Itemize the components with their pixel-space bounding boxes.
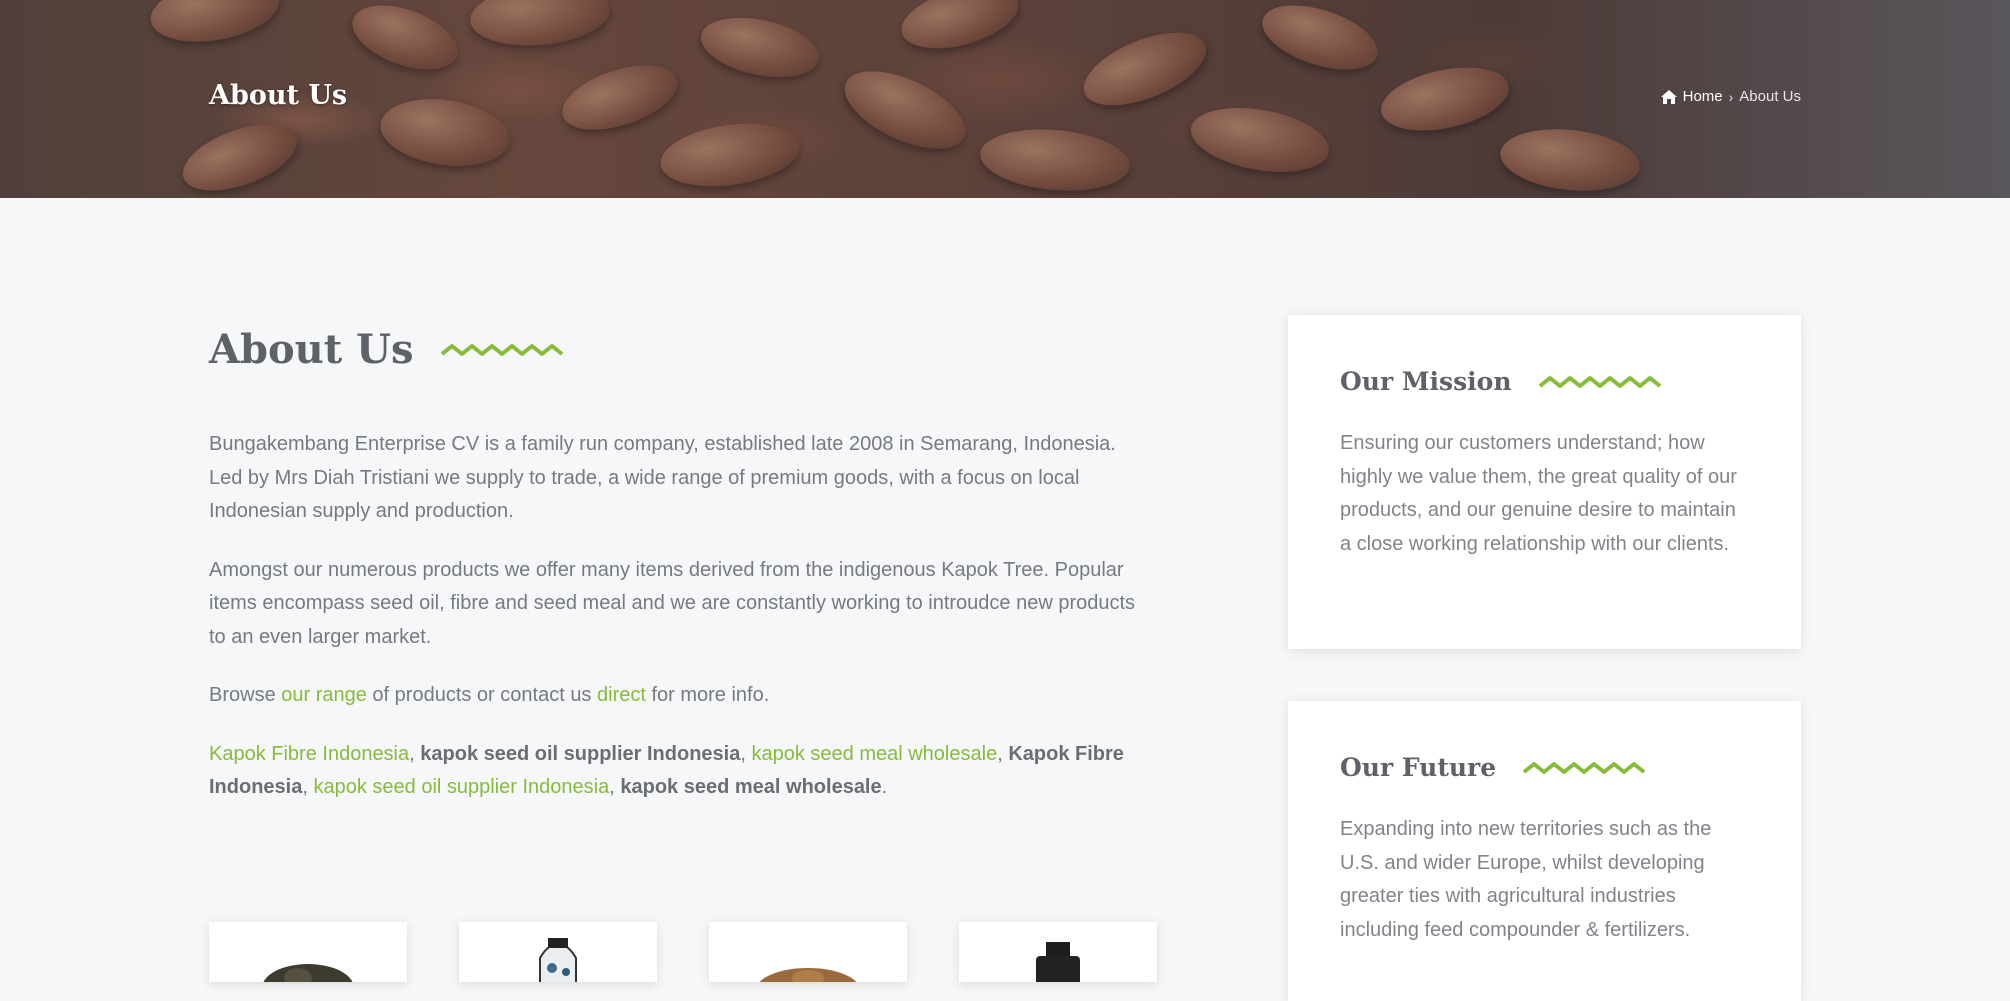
tag-link[interactable]: kapok seed oil supplier Indonesia xyxy=(313,776,609,798)
wave-divider-icon xyxy=(440,343,563,356)
future-text: Expanding into new territories such as t… xyxy=(1340,818,1712,941)
browse-paragraph: Browse our range of products or contact … xyxy=(209,679,1154,713)
hero-title: About Us xyxy=(209,80,348,111)
browse-suffix: for more info. xyxy=(645,684,770,706)
browse-prefix: Browse xyxy=(209,684,282,706)
product-container-image xyxy=(1036,942,1080,982)
product-thumbnails xyxy=(209,922,1157,982)
tag-end: . xyxy=(881,776,888,798)
tag-separator: , xyxy=(302,776,314,798)
product-thumb[interactable] xyxy=(959,922,1157,982)
hero-banner: About Us Home › About Us xyxy=(0,0,2010,198)
home-icon xyxy=(1660,89,1677,104)
future-heading-row: Our Future xyxy=(1340,753,1646,782)
tag-text: kapok seed oil supplier Indonesia xyxy=(420,742,741,765)
seed-meal-image xyxy=(759,968,857,982)
chevron-right-icon: › xyxy=(1728,88,1734,105)
tag-link[interactable]: Kapok Fibre Indonesia xyxy=(209,743,409,765)
product-thumb[interactable] xyxy=(459,922,657,982)
breadcrumb-home-link[interactable]: Home xyxy=(1683,88,1723,105)
browse-middle: of products or contact us xyxy=(366,684,597,706)
mission-text: Ensuring our customers understand; how h… xyxy=(1340,432,1737,555)
tag-text: kapok seed meal wholesale xyxy=(620,776,882,798)
mission-heading-row: Our Mission xyxy=(1340,367,1662,396)
tag-separator: , xyxy=(740,742,752,765)
tag-separator: , xyxy=(409,742,421,765)
product-thumb[interactable] xyxy=(709,922,907,982)
about-content: Bungakembang Enterprise CV is a family r… xyxy=(209,428,1154,830)
breadcrumb: Home › About Us xyxy=(1660,88,1801,105)
about-heading-row: About Us xyxy=(209,326,564,373)
future-card: Our Future Expanding into new territorie… xyxy=(1288,701,1801,1001)
wave-divider-icon xyxy=(1522,761,1646,774)
our-range-link[interactable]: our range xyxy=(281,684,367,706)
direct-contact-link[interactable]: direct xyxy=(597,684,646,706)
product-thumb[interactable] xyxy=(209,922,407,982)
breadcrumb-current: About Us xyxy=(1739,88,1801,105)
mission-card: Our Mission Ensuring our customers under… xyxy=(1288,315,1801,649)
tags-paragraph: Kapok Fibre Indonesia, kapok seed oil su… xyxy=(209,738,1154,805)
products-paragraph: Amongst our numerous products we offer m… xyxy=(209,558,1136,648)
seed-oil-bottle-image xyxy=(539,938,577,982)
mission-title: Our Mission xyxy=(1340,367,1512,396)
intro-paragraph: Bungakembang Enterprise CV is a family r… xyxy=(209,433,1116,522)
page-title: About Us xyxy=(209,326,414,373)
tag-link[interactable]: kapok seed meal wholesale xyxy=(751,743,997,765)
future-title: Our Future xyxy=(1340,753,1497,782)
kapok-fibre-image xyxy=(263,964,353,982)
tag-separator: , xyxy=(609,776,621,798)
tag-separator: , xyxy=(997,742,1009,765)
wave-divider-icon xyxy=(1538,375,1661,388)
